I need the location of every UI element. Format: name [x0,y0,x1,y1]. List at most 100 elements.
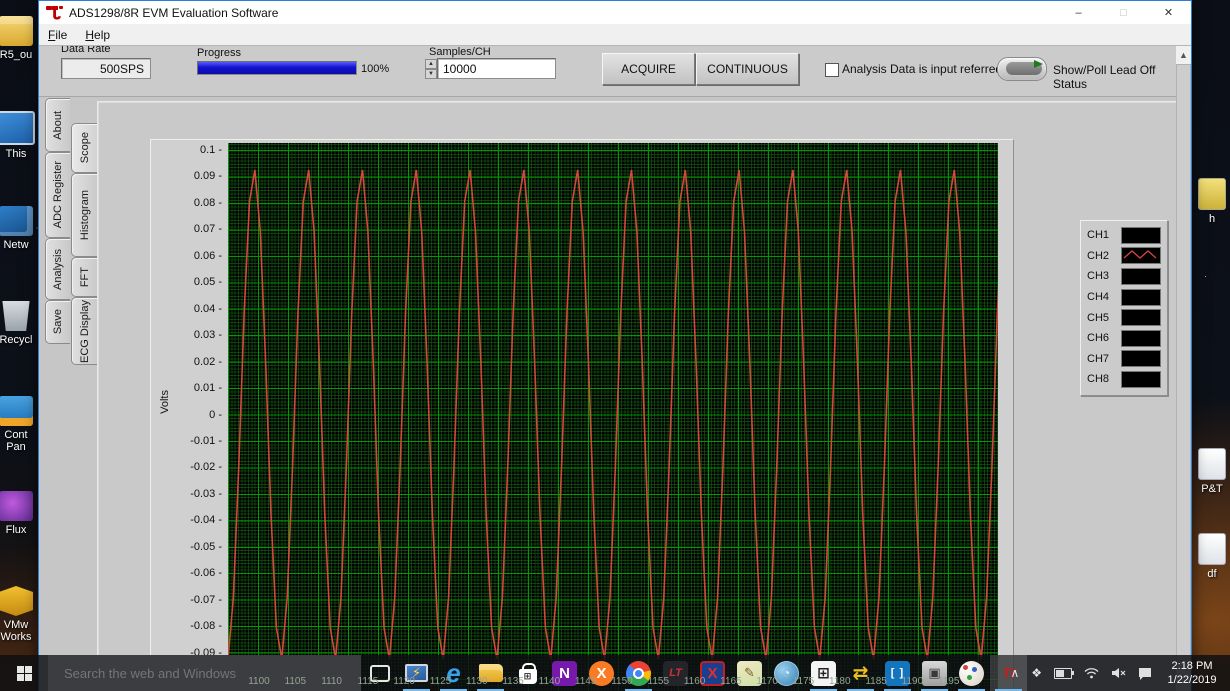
frame-glyph [369,664,390,682]
tab-analysis[interactable]: Analysis [45,238,70,300]
windows-logo-icon [16,665,32,681]
legend-row-ch8[interactable]: CH8 [1081,369,1167,390]
subtab-ecg-display[interactable]: ECG Display [71,297,98,365]
samples-field[interactable]: 10000 [437,58,556,79]
legend-swatch-ch3[interactable] [1121,267,1161,285]
action-center-icon[interactable] [1138,667,1152,680]
chrome-icon[interactable] [620,655,657,691]
tab-about[interactable]: About [45,98,70,152]
scroll-up-icon[interactable]: ▲ [1176,46,1191,63]
progress-percent: 100% [361,63,390,75]
close-button[interactable]: ✕ [1146,1,1191,24]
scrollbar-thumb[interactable] [1176,64,1191,664]
folder-r5-icon[interactable]: R5_ou [0,16,40,61]
search-input[interactable] [48,655,361,691]
dropbox-icon[interactable]: ❖ [1031,666,1042,680]
map-editor-icon[interactable]: ✎ [731,655,768,691]
legend-swatch-ch4[interactable] [1121,288,1161,306]
wifi-icon[interactable] [1084,667,1099,679]
menu-item-help[interactable]: Help [76,28,119,42]
this-pc-icon[interactable]: This [0,111,40,160]
arrows-glyph: ⇄ [852,662,869,684]
tab-adc-register[interactable]: ADC Register [45,152,70,238]
ltspice-icon[interactable]: LT [657,655,694,691]
remote-device-icon[interactable]: ⚡ [398,655,435,691]
menu-item-file[interactable]: File [39,28,76,42]
pcflash-glyph: ⚡ [405,664,428,682]
legend-row-ch6[interactable]: CH6 [1081,328,1167,349]
legend-swatch-ch6[interactable] [1121,329,1161,347]
bag-glyph: ⊞ [518,662,537,684]
y-tick-label: -0.07 - [190,593,223,606]
legend-swatch-ch5[interactable] [1121,309,1161,327]
scope-plot-area[interactable] [228,143,998,691]
legend-swatch-ch1[interactable] [1121,226,1161,244]
leadoff-toggle[interactable] [997,57,1047,81]
legend-row-ch3[interactable]: CH3 [1081,266,1167,287]
desktop-icon-label: Recycl [0,334,33,346]
legend-swatch-ch2[interactable] [1121,247,1161,265]
recycle-bin-icon[interactable]: Recycl [0,301,40,346]
file-h-icon[interactable]: h [1188,178,1230,225]
input-referred-label: Analysis Data is input referred [842,62,1003,76]
palette-glyph [959,660,984,686]
volume-muted-icon[interactable] [1111,667,1126,679]
legend-channel-label: CH8 [1087,373,1110,386]
menu-bar: File Help [39,24,1191,46]
brackets-icon[interactable]: [ ] [879,655,916,691]
printer-3d-icon[interactable]: ▣ [916,655,953,691]
progress-bar [197,61,357,75]
globe-app-icon[interactable]: ◔ [768,655,805,691]
legend-swatch-ch8[interactable] [1121,370,1161,388]
task-view-icon[interactable] [361,655,398,691]
y-tick-label: -0.02 - [190,461,223,474]
subtab-fft[interactable]: FFT [71,257,98,297]
tab-save[interactable]: Save [45,300,70,344]
paint-palette-icon[interactable] [953,655,990,691]
file-pt-icon[interactable]: P&T [1188,448,1230,495]
taskbar-icons: ⚡ e ⊞ N X LT X ✎ ◔ ⊞ ⇄[ ] ▣ Ti [361,655,1027,691]
subtab-histogram[interactable]: Histogram [71,173,98,257]
xampp-icon[interactable]: X [583,655,620,691]
vmware-workstation-icon[interactable]: VMw Works [0,586,40,643]
legend-row-ch4[interactable]: CH4 [1081,287,1167,308]
calc-glyph: ⊞ [811,660,836,686]
control-panel-icon[interactable]: Cont Pan [0,396,40,453]
maximize-button[interactable]: □ [1101,1,1146,24]
input-referred-checkbox[interactable] [825,63,839,77]
legend-channel-label: CH6 [1087,332,1110,345]
desktop-icon-label: Cont Pan [4,429,28,453]
network-icon[interactable]: Netw [0,206,40,251]
minimize-button[interactable]: – [1056,1,1101,24]
legend-row-ch7[interactable]: CH7 [1081,349,1167,370]
legend-channel-label: CH4 [1087,291,1110,304]
spinner-up-icon[interactable]: ▲ [425,59,437,69]
subtab-scope[interactable]: Scope [71,123,98,173]
chevron-up-icon[interactable]: ∧ [1010,666,1019,680]
x-app-icon[interactable]: X [694,655,731,691]
acquire-button[interactable]: ACQUIRE [602,53,695,85]
onenote-icon[interactable]: N [546,655,583,691]
brackets-glyph: [ ] [885,660,910,686]
legend-row-ch2[interactable]: CH2 [1081,246,1167,267]
continuous-button[interactable]: CONTINUOUS [696,53,799,85]
edge-icon[interactable]: e [435,655,472,691]
file-df-icon[interactable]: df [1188,533,1230,580]
y-tick-label: 0.05 - [193,276,223,289]
samples-spinner[interactable]: ▲ ▼ [425,59,437,80]
spinner-down-icon[interactable]: ▼ [425,69,437,79]
calculator-icon[interactable]: ⊞ [805,655,842,691]
legend-swatch-ch7[interactable] [1121,350,1161,368]
sync-arrows-icon[interactable]: ⇄ [842,655,879,691]
file-explorer-icon[interactable] [472,655,509,691]
desktop-icon-label: h [1208,213,1216,225]
clock[interactable]: 2:18 PM 1/22/2019 [1164,659,1220,687]
legend-row-ch5[interactable]: CH5 [1081,307,1167,328]
flux-icon[interactable]: Flux [0,491,40,536]
legend-row-ch1[interactable]: CH1 [1081,225,1167,246]
start-button[interactable] [0,655,48,691]
vertical-scrollbar[interactable]: ▲ [1176,46,1191,691]
data-rate-field[interactable]: 500SPS [61,58,151,79]
windows-store-icon[interactable]: ⊞ [509,655,546,691]
battery-icon[interactable] [1054,667,1074,679]
